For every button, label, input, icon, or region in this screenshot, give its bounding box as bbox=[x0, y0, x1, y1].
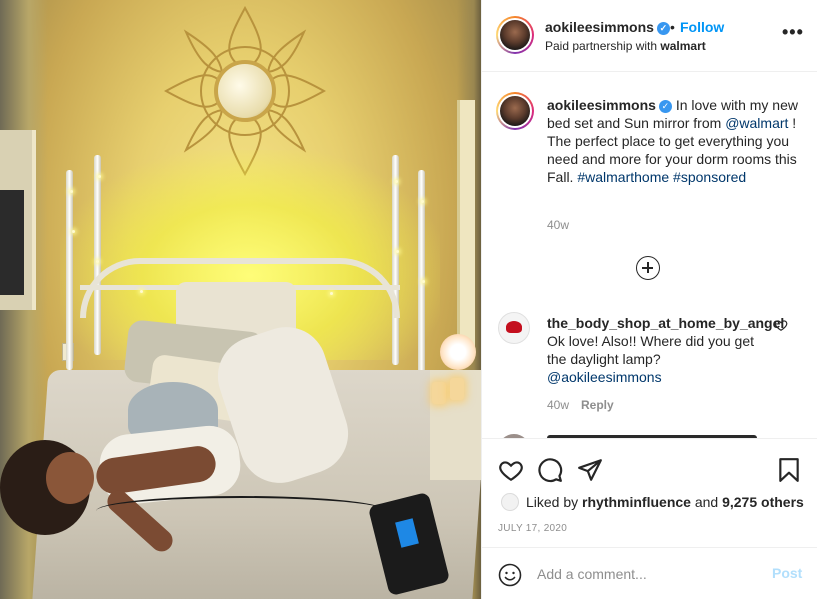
verified-badge-icon: ✓ bbox=[658, 100, 672, 113]
window-pane bbox=[0, 190, 24, 295]
comment: the_body_shop_at_home_by_angel Ok love! … bbox=[547, 314, 784, 386]
comment-mention[interactable]: @aokileesimmons bbox=[547, 369, 662, 385]
likes-middle: and bbox=[690, 494, 723, 510]
likes-count[interactable]: 9,275 others bbox=[722, 494, 804, 510]
post-photo[interactable] bbox=[0, 0, 481, 599]
plus-circle-icon[interactable] bbox=[636, 256, 660, 280]
candle bbox=[432, 382, 446, 404]
post-actions: Liked by rhythminfluence and 9,275 other… bbox=[482, 438, 817, 599]
paid-partnership-label: Paid partnership with walmart bbox=[545, 39, 706, 53]
comments-scroll-area[interactable]: aokileesimmons ✓ In love with my new bed … bbox=[482, 72, 817, 438]
separator-dot: • bbox=[670, 19, 675, 35]
fairy-light bbox=[330, 292, 333, 295]
paper-plane-icon[interactable] bbox=[577, 457, 603, 483]
fairy-light bbox=[96, 260, 99, 263]
caption-age: 40w bbox=[547, 218, 570, 232]
likes-summary[interactable]: Liked by rhythminfluence and 9,275 other… bbox=[526, 494, 804, 510]
caption-avatar[interactable] bbox=[496, 92, 534, 130]
more-options-icon[interactable]: ••• bbox=[782, 22, 804, 43]
bed-post-left-inner bbox=[94, 155, 101, 355]
partnership-prefix: Paid partnership with bbox=[545, 39, 661, 53]
fairy-light bbox=[140, 290, 143, 293]
comment-heart-icon[interactable] bbox=[774, 318, 788, 332]
fairy-light bbox=[422, 280, 425, 283]
fairy-light bbox=[395, 180, 398, 183]
likes-user[interactable]: rhythminfluence bbox=[582, 494, 691, 510]
commenter-avatar[interactable] bbox=[498, 312, 530, 344]
comment-input[interactable] bbox=[537, 562, 757, 586]
bed-post-left-outer bbox=[66, 170, 73, 370]
reply-button[interactable]: Reply bbox=[581, 398, 614, 412]
fairy-light bbox=[421, 200, 424, 203]
author-avatar[interactable] bbox=[496, 16, 534, 54]
fairy-light bbox=[396, 250, 399, 253]
caption-mention[interactable]: @walmart bbox=[725, 115, 788, 131]
person-face bbox=[46, 452, 94, 504]
liked-by-avatar[interactable] bbox=[501, 493, 519, 511]
daylight-lamp bbox=[440, 334, 476, 370]
fairy-light bbox=[72, 230, 75, 233]
comment-meta: 40w Reply bbox=[547, 398, 614, 412]
fairy-light bbox=[98, 175, 101, 178]
bookmark-icon[interactable] bbox=[776, 457, 802, 483]
post-comment-button[interactable]: Post bbox=[772, 565, 802, 581]
post-header: aokileesimmons ✓ • Follow Paid partnershi… bbox=[482, 0, 817, 72]
post-sidebar: aokileesimmons ✓ • Follow Paid partnershi… bbox=[481, 0, 817, 599]
partner-link[interactable]: walmart bbox=[660, 39, 705, 53]
fairy-light bbox=[70, 190, 73, 193]
comment-bar: Post bbox=[482, 547, 817, 599]
follow-button[interactable]: Follow bbox=[680, 19, 724, 35]
header-username-wrap: aokileesimmons ✓ bbox=[545, 19, 670, 35]
post-caption: aokileesimmons ✓ In love with my new bed … bbox=[547, 96, 807, 186]
mirror-glass bbox=[214, 60, 276, 122]
verified-badge-icon: ✓ bbox=[656, 22, 670, 35]
comment-age: 40w bbox=[547, 398, 570, 412]
author-username[interactable]: aokileesimmons bbox=[545, 19, 654, 35]
caption-username[interactable]: aokileesimmons bbox=[547, 97, 656, 113]
smiley-icon[interactable] bbox=[498, 563, 522, 587]
caption-hashtags[interactable]: #walmarthome #sponsored bbox=[577, 169, 746, 185]
phone-cord bbox=[96, 496, 386, 526]
comment-username[interactable]: the_body_shop_at_home_by_angel bbox=[547, 315, 784, 331]
comment-bubble-icon[interactable] bbox=[537, 457, 563, 483]
bed-post-right-inner bbox=[392, 155, 399, 365]
likes-prefix: Liked by bbox=[526, 494, 583, 510]
candle bbox=[450, 378, 464, 400]
heart-icon[interactable] bbox=[498, 457, 524, 483]
door-frame bbox=[457, 100, 475, 350]
comment-text: Ok love! Also!! Where did you get the da… bbox=[547, 333, 754, 367]
post-date: JULY 17, 2020 bbox=[498, 523, 568, 534]
